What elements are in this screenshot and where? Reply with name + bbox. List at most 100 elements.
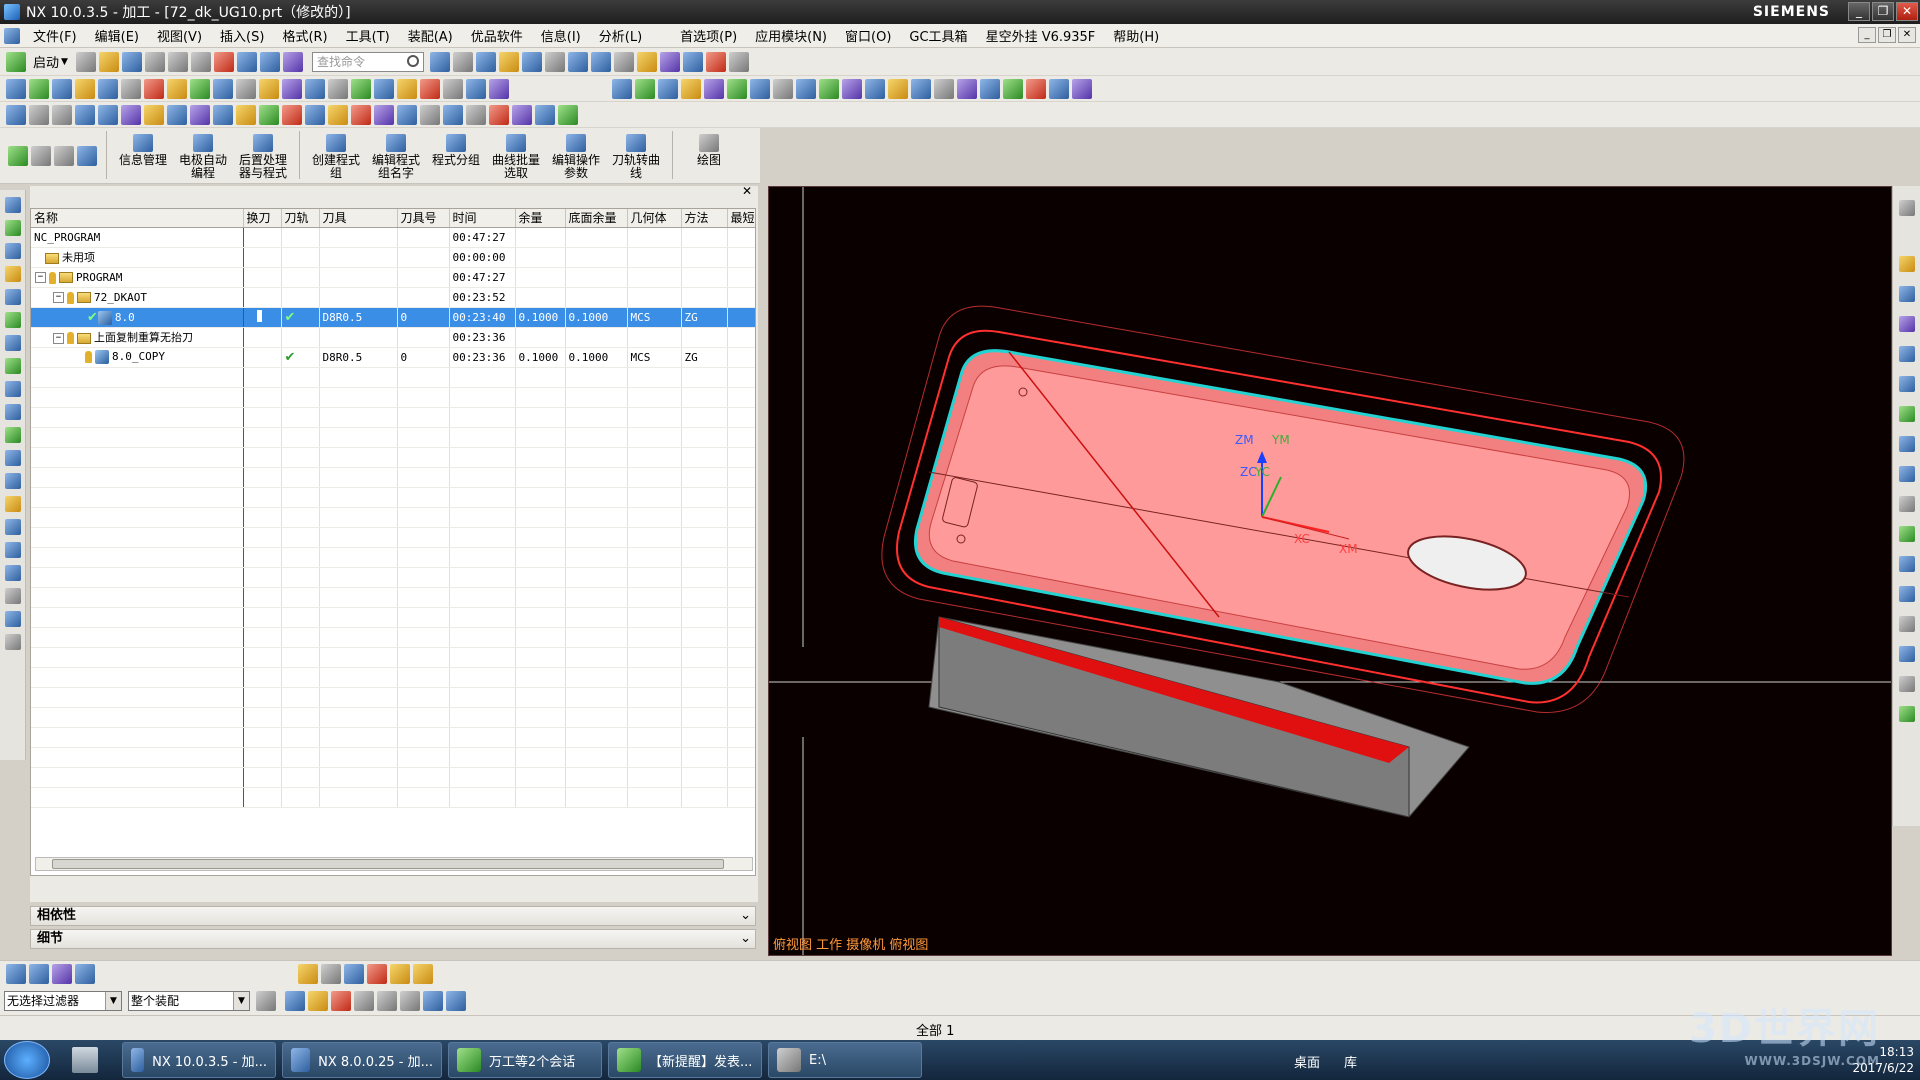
wireframe-icon[interactable]	[498, 51, 519, 72]
grid-icon[interactable]	[489, 104, 509, 125]
ortho-icon[interactable]	[354, 990, 374, 1011]
output-cls-icon[interactable]	[351, 78, 371, 99]
delete-icon[interactable]	[213, 51, 234, 72]
selection-settings-icon[interactable]	[256, 990, 276, 1011]
details-panel[interactable]: 细节 ⌄	[30, 929, 756, 949]
program-order-view-icon[interactable]	[121, 78, 141, 99]
orient-view-icon[interactable]	[521, 51, 542, 72]
plugin-tool-16-icon[interactable]	[957, 78, 977, 99]
gouge-check-icon[interactable]	[397, 78, 417, 99]
constraint-navigator-icon[interactable]	[5, 289, 21, 305]
maximize-button[interactable]: ❐	[1872, 2, 1894, 21]
machining-method-view-icon[interactable]	[190, 78, 210, 99]
rect-select-icon[interactable]	[400, 990, 420, 1011]
col-floor-stock[interactable]: 底面余量	[565, 209, 628, 228]
history-icon[interactable]	[5, 358, 21, 374]
rectangle-icon[interactable]	[420, 104, 440, 125]
operation-navigator-icon[interactable]	[5, 197, 21, 213]
post-processor-button[interactable]: 后置处理 器与程式	[233, 128, 293, 180]
geometry-view-icon[interactable]	[167, 78, 187, 99]
info-management-button[interactable]: 信息管理	[113, 128, 173, 167]
collision-check-icon[interactable]	[420, 78, 440, 99]
right-tool-1-icon[interactable]	[1899, 256, 1915, 272]
right-tool-14-icon[interactable]	[1899, 646, 1915, 662]
right-tool-2-icon[interactable]	[1899, 286, 1915, 302]
chevron-down-icon[interactable]: ⌄	[740, 907, 751, 925]
move-right-icon[interactable]	[98, 104, 118, 125]
drawing-button[interactable]: 绘图	[679, 128, 739, 167]
snap-layer-icon[interactable]	[344, 963, 364, 984]
pan-icon[interactable]	[590, 51, 611, 72]
snap-midpoint-icon[interactable]	[367, 963, 387, 984]
select-box-icon[interactable]	[466, 104, 486, 125]
general-select-icon[interactable]	[285, 990, 305, 1011]
line-icon[interactable]	[305, 104, 325, 125]
rotate-object-icon[interactable]	[236, 104, 256, 125]
taskbar-item-nx10[interactable]: NX 10.0.3.5 - 加...	[122, 1042, 276, 1078]
right-tool-4-icon[interactable]	[1899, 346, 1915, 362]
snap-quadrant-icon[interactable]	[413, 963, 433, 984]
object-display-icon[interactable]	[489, 78, 509, 99]
machine-navigator-icon[interactable]	[5, 220, 21, 236]
create-program-group-button[interactable]: 创建程式 组	[306, 128, 366, 180]
col-method[interactable]: 方法	[681, 209, 728, 228]
shop-docs-icon[interactable]	[305, 78, 325, 99]
save-as-icon[interactable]	[259, 51, 280, 72]
taskbar-item-chat[interactable]: 万工等2个会话	[448, 1042, 602, 1078]
collapse-icon[interactable]: −	[53, 292, 64, 303]
start-icon[interactable]	[6, 51, 26, 72]
menu-preferences[interactable]: 首选项(P)	[671, 26, 746, 45]
right-tool-10-icon[interactable]	[1899, 526, 1915, 542]
arc-icon[interactable]	[328, 104, 348, 125]
chevron-down-icon[interactable]: ⌄	[740, 930, 751, 948]
chevron-down-icon[interactable]: ▼	[105, 991, 121, 1010]
table-row[interactable]: − PROGRAM 00:47:27	[31, 267, 755, 288]
menu-help[interactable]: 帮助(H)	[1104, 26, 1168, 45]
chevron-down-icon[interactable]: ▼	[233, 991, 249, 1010]
assembly-navigator-icon[interactable]	[5, 266, 21, 282]
electrode-auto-program-button[interactable]: 电极自动 编程	[173, 128, 233, 180]
col-geometry[interactable]: 几何体	[627, 209, 682, 228]
view-orient-icon[interactable]	[446, 990, 466, 1011]
chevron-down-icon[interactable]: ▼	[61, 57, 68, 67]
blank-icon[interactable]	[190, 104, 210, 125]
settings-icon[interactable]	[728, 51, 749, 72]
circle-select-icon[interactable]	[377, 990, 397, 1011]
toolpath-to-curve-button[interactable]: 刀轨转曲 线	[606, 128, 666, 180]
simulation-navigator-icon[interactable]	[5, 588, 21, 604]
analysis-icon[interactable]	[705, 51, 726, 72]
plugin-tool-10-icon[interactable]	[819, 78, 839, 99]
table-row[interactable]: − 上面复制重算无抬刀 00:23:36	[31, 327, 755, 348]
horizontal-scrollbar[interactable]	[35, 857, 753, 871]
library-toolbar-label[interactable]: 库	[1344, 1052, 1357, 1071]
menu-file[interactable]: 文件(F)	[24, 26, 86, 45]
curve-batch-select-button[interactable]: 曲线批量 选取	[486, 128, 546, 180]
doc-minimize-button[interactable]: _	[1858, 27, 1876, 43]
snap-center-icon[interactable]	[390, 963, 410, 984]
undo-icon[interactable]	[236, 51, 257, 72]
layout-icon[interactable]	[429, 51, 450, 72]
snap-icon[interactable]	[659, 51, 680, 72]
start-button[interactable]: 启动	[33, 52, 59, 71]
col-toolpath[interactable]: 刀轨	[281, 209, 320, 228]
group-icon[interactable]	[374, 104, 394, 125]
brush-icon[interactable]	[77, 146, 97, 166]
cut-icon[interactable]	[144, 51, 165, 72]
scroll-thumb[interactable]	[52, 859, 724, 869]
part-navigator-icon[interactable]	[5, 243, 21, 259]
menu-tools[interactable]: 工具(T)	[337, 26, 399, 45]
flag-icon[interactable]	[535, 104, 555, 125]
postprocess-icon[interactable]	[282, 78, 302, 99]
system-scene-icon[interactable]	[5, 496, 21, 512]
hd3d-tools-icon[interactable]	[5, 381, 21, 397]
col-time[interactable]: 时间	[449, 209, 516, 228]
right-tool-13-icon[interactable]	[1899, 616, 1915, 632]
plugin-tool-9-icon[interactable]	[796, 78, 816, 99]
snap-point-icon[interactable]	[512, 104, 532, 125]
plugin-tool-2-icon[interactable]	[635, 78, 655, 99]
right-tool-9-icon[interactable]	[1899, 496, 1915, 512]
plugin-tool-15-icon[interactable]	[934, 78, 954, 99]
simulate-machine-icon[interactable]	[374, 78, 394, 99]
measure-icon[interactable]	[144, 104, 164, 125]
menu-view[interactable]: 视图(V)	[148, 26, 211, 45]
